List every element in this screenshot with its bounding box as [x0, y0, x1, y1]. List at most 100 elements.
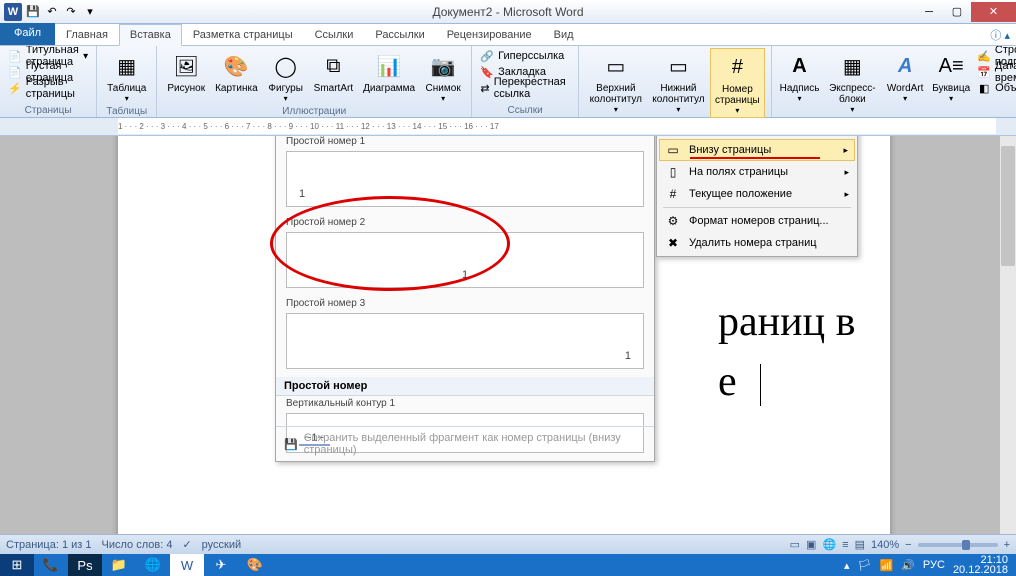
view-fullscreen-icon[interactable]: ▣ [806, 538, 816, 551]
scrollbar-thumb[interactable] [1001, 146, 1015, 266]
tab-mailings[interactable]: Рассылки [364, 24, 435, 45]
footer-button[interactable]: ▭Нижний колонтитул▾ [649, 48, 709, 116]
help-icon[interactable]: ⓘ ▴ [990, 27, 1010, 43]
chart-icon: 📊 [373, 50, 405, 82]
window-controls: ─ ▢ ✕ [915, 2, 1016, 22]
gallery-item-3[interactable]: 1 [286, 313, 644, 369]
textbox-button[interactable]: AНадпись▾ [778, 48, 822, 105]
clipart-button[interactable]: 🎨Картинка [211, 48, 262, 96]
shapes-icon: ◯ [270, 50, 302, 82]
undo-icon[interactable]: ↶ [44, 4, 60, 20]
wordart-button[interactable]: AWordArt▾ [883, 48, 927, 105]
status-proofing-icon[interactable]: ✓ [182, 538, 191, 551]
taskbar-viber[interactable]: 📞 [34, 554, 68, 576]
crossref-button[interactable]: ⇄Перекрестная ссылка [478, 80, 572, 96]
submenu-margins[interactable]: ▯На полях страницы▸ [659, 161, 855, 183]
pagenumber-button[interactable]: #Номер страницы▾ [710, 48, 764, 118]
word-logo-icon[interactable]: W [4, 3, 22, 21]
taskbar-explorer[interactable]: 📁 [102, 554, 136, 576]
tab-view[interactable]: Вид [543, 24, 585, 45]
zoom-slider-thumb[interactable] [962, 540, 970, 550]
zoom-in-button[interactable]: + [1004, 539, 1010, 551]
tray-volume-icon[interactable]: 🔊 [901, 559, 915, 572]
picture-button[interactable]: 🖼Рисунок [163, 48, 209, 96]
hyperlink-button[interactable]: 🔗Гиперссылка [478, 48, 566, 64]
view-printlayout-icon[interactable]: ▭ [790, 538, 800, 551]
bookmark-icon: 🔖 [480, 65, 494, 79]
blank-page-icon: 📄 [8, 65, 22, 79]
gallery-item-1-label: Простой номер 1 [276, 136, 654, 149]
tab-review[interactable]: Рецензирование [436, 24, 543, 45]
shapes-button[interactable]: ◯Фигуры▾ [264, 48, 308, 105]
vertical-scrollbar[interactable] [1000, 136, 1016, 534]
minimize-button[interactable]: ─ [915, 2, 943, 22]
smartart-label: SmartArt [314, 83, 353, 94]
save-selection-icon: 💾 [284, 438, 298, 451]
smartart-button[interactable]: ⧉SmartArt [310, 48, 357, 96]
header-button[interactable]: ▭Верхний колонтитул▾ [585, 48, 646, 116]
view-outline-icon[interactable]: ≡ [842, 539, 848, 551]
status-language[interactable]: русский [202, 539, 241, 551]
tray-network-icon[interactable]: 📶 [880, 559, 894, 572]
gallery-section-2: Простой номер [276, 377, 654, 396]
taskbar-photoshop[interactable]: Ps [68, 554, 102, 576]
taskbar-word[interactable]: W [170, 554, 204, 576]
page-break-button[interactable]: ⚡Разрыв страницы [6, 80, 90, 96]
pagenumber-gallery: Простой Простой номер 1 1 Простой номер … [275, 136, 655, 462]
screenshot-button[interactable]: 📷Снимок▾ [421, 48, 465, 105]
zoom-slider[interactable] [918, 543, 998, 547]
start-button[interactable]: ⊞ [0, 554, 34, 576]
remove-icon: ✖ [665, 235, 681, 251]
maximize-button[interactable]: ▢ [943, 2, 971, 22]
tab-insert[interactable]: Вставка [119, 24, 182, 46]
tab-layout[interactable]: Разметка страницы [182, 24, 304, 45]
tray-up-icon[interactable]: ▴ [844, 559, 850, 572]
datetime-button[interactable]: 📅Дата и время [975, 64, 1016, 80]
save-icon[interactable]: 💾 [25, 4, 41, 20]
view-web-icon[interactable]: 🌐 [822, 538, 836, 551]
smartart-icon: ⧉ [317, 50, 349, 82]
group-tables: ▦Таблица▾ Таблицы [97, 46, 157, 117]
submenu-format[interactable]: ⚙Формат номеров страниц... [659, 210, 855, 232]
page-break-icon: ⚡ [8, 81, 22, 95]
close-button[interactable]: ✕ [971, 2, 1016, 22]
horizontal-ruler[interactable]: 1 · · · 2 · · · 3 · · · 4 · · · 5 · · · … [118, 118, 996, 134]
chart-button[interactable]: 📊Диаграмма [359, 48, 419, 96]
current-position-icon: # [665, 186, 681, 202]
text-cursor [760, 364, 761, 406]
tab-references[interactable]: Ссылки [304, 24, 365, 45]
view-draft-icon[interactable]: ▤ [855, 538, 865, 551]
gallery-item-1[interactable]: 1 [286, 151, 644, 207]
datetime-icon: 📅 [977, 65, 991, 79]
group-links-label: Ссылки [478, 104, 572, 117]
textbox-label: Надпись [780, 83, 820, 94]
submenu-bottom[interactable]: ▭Внизу страницы▸ [659, 139, 855, 161]
gallery-footer[interactable]: 💾Сохранить выделенный фрагмент как номер… [276, 426, 654, 461]
tab-home[interactable]: Главная [55, 24, 119, 45]
tab-file[interactable]: Файл [0, 23, 55, 45]
gallery-item-2[interactable]: 1 [286, 232, 644, 288]
crossref-label: Перекрестная ссылка [494, 76, 570, 100]
object-button[interactable]: ◧Объект ▾ [975, 80, 1016, 96]
status-page[interactable]: Страница: 1 из 1 [6, 539, 92, 551]
quickparts-button[interactable]: ▦Экспресс-блоки▾ [824, 48, 882, 116]
tray-language[interactable]: РУС [923, 559, 945, 571]
redo-icon[interactable]: ↷ [63, 4, 79, 20]
zoom-level[interactable]: 140% [871, 539, 899, 551]
footer-icon: ▭ [662, 50, 694, 82]
zoom-out-button[interactable]: − [905, 539, 911, 551]
status-words[interactable]: Число слов: 4 [102, 539, 173, 551]
submenu-current[interactable]: #Текущее положение▸ [659, 183, 855, 205]
tray-clock[interactable]: 21:10 20.12.2018 [953, 555, 1008, 575]
wordart-label: WordArt [887, 83, 924, 94]
qat-dropdown-icon[interactable]: ▾ [82, 4, 98, 20]
table-button[interactable]: ▦Таблица▾ [103, 48, 150, 105]
tray-flag-icon[interactable]: 🏳 [858, 559, 872, 572]
taskbar-telegram[interactable]: ✈ [204, 554, 238, 576]
dropcap-button[interactable]: A≡Буквица▾ [929, 48, 973, 105]
taskbar-chrome[interactable]: 🌐 [136, 554, 170, 576]
ribbon-tabs: Файл Главная Вставка Разметка страницы С… [0, 24, 1016, 46]
submenu-remove[interactable]: ✖Удалить номера страниц [659, 232, 855, 254]
taskbar-paint[interactable]: 🎨 [238, 554, 272, 576]
dropcap-icon: A≡ [935, 50, 967, 82]
